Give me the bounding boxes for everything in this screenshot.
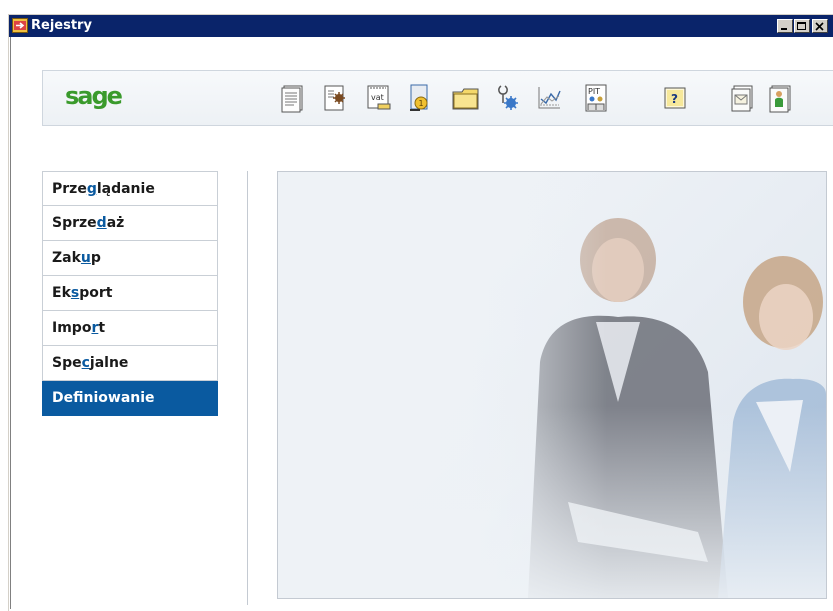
- window-title: Rejestry: [31, 18, 92, 33]
- maximize-icon: [797, 22, 806, 30]
- mail-icon[interactable]: [730, 83, 756, 113]
- folder-icon[interactable]: [451, 83, 479, 113]
- nav-item-eksport[interactable]: Eksport: [42, 276, 218, 311]
- minimize-button[interactable]: [777, 19, 793, 33]
- user-book-icon[interactable]: [768, 83, 794, 113]
- nav-item-przegladanie[interactable]: Przeglądanie: [42, 171, 218, 206]
- sage-logo: sage: [65, 82, 123, 110]
- nav-item-zakup[interactable]: Zakup: [42, 241, 218, 276]
- content-panel: [277, 171, 827, 599]
- document-list-icon[interactable]: [280, 83, 306, 113]
- minimize-icon: [781, 28, 787, 30]
- close-button[interactable]: [812, 19, 828, 33]
- nav-menu: Przeglądanie Sprzedaż Zakup Eksport Impo…: [42, 171, 218, 416]
- maximize-button[interactable]: [794, 19, 810, 33]
- app-icon: [12, 18, 28, 33]
- toolbar: sage vat 1 PIT ?: [42, 70, 833, 126]
- help-icon[interactable]: ?: [663, 83, 689, 113]
- help-label: ?: [671, 92, 678, 106]
- document-gear-icon[interactable]: [323, 83, 349, 113]
- nav-item-sprzedaz[interactable]: Sprzedaż: [42, 206, 218, 241]
- nav-item-specjalne[interactable]: Specjalne: [42, 346, 218, 381]
- client-area: sage vat 1 PIT ? Przeglądanie Sprzedaż Z…: [10, 37, 833, 609]
- nav-item-definiowanie[interactable]: Definiowanie: [42, 381, 218, 416]
- pit-label: PIT: [588, 87, 600, 96]
- chart-icon[interactable]: [536, 83, 562, 113]
- close-icon: [815, 22, 824, 31]
- app-window: Rejestry sage vat 1 PIT ? Przeglądanie S…: [8, 14, 833, 611]
- tools-gear-icon[interactable]: [495, 83, 521, 113]
- vat-label: vat: [371, 93, 384, 102]
- background-photo: [278, 172, 826, 598]
- panel-divider: [247, 171, 248, 605]
- nav-item-import[interactable]: Import: [42, 311, 218, 346]
- title-bar[interactable]: Rejestry: [9, 15, 833, 37]
- svg-text:1: 1: [419, 99, 424, 108]
- pit-icon[interactable]: PIT: [584, 83, 610, 113]
- document-coin-icon[interactable]: 1: [408, 83, 434, 113]
- vat-icon[interactable]: vat: [366, 83, 392, 113]
